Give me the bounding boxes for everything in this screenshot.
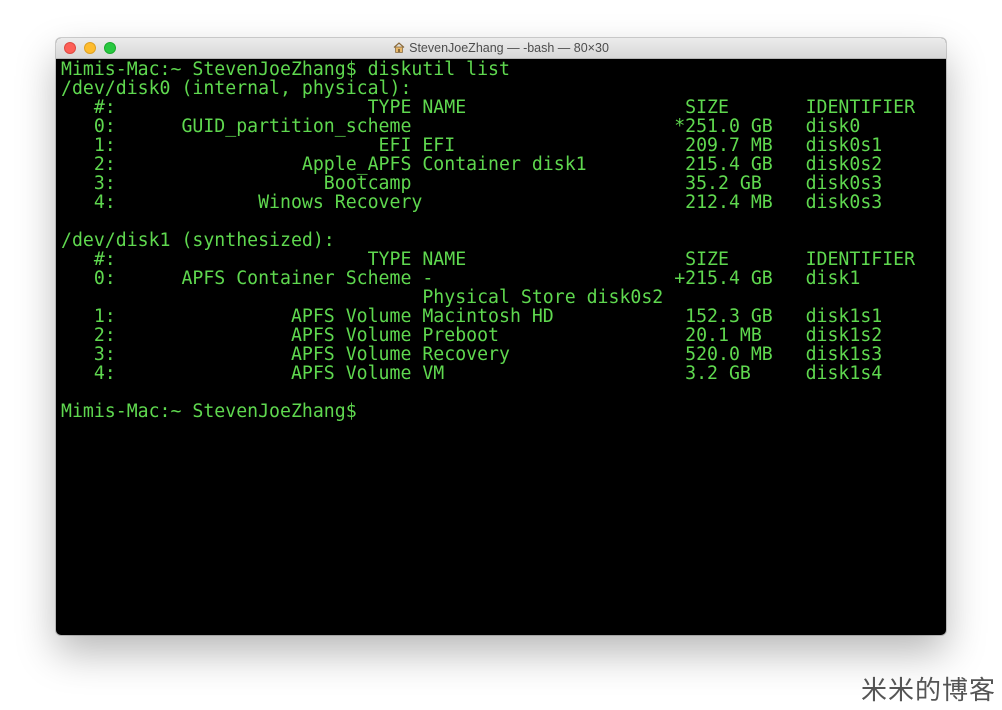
watermark-text: 米米的博客: [860, 676, 996, 706]
terminal-window: StevenJoeZhang — -bash — 80×30 Mimis-Mac…: [56, 38, 946, 635]
terminal-line: 2: Apple_APFS Container disk1 215.4 GB d…: [61, 154, 883, 175]
terminal-line: #: TYPE NAME SIZE IDENTIFIER: [61, 97, 916, 118]
terminal-line: 0: GUID_partition_scheme *251.0 GB disk0: [61, 116, 861, 137]
terminal-line: /dev/disk0 (internal, physical):: [61, 78, 412, 99]
terminal-line: 3: Bootcamp 35.2 GB disk0s3: [61, 173, 883, 194]
terminal-output[interactable]: Mimis-Mac:~ StevenJoeZhang$ diskutil lis…: [61, 60, 946, 635]
window-title: StevenJoeZhang — -bash — 80×30: [56, 38, 946, 59]
terminal-line: 1: APFS Volume Macintosh HD 152.3 GB dis…: [61, 306, 883, 327]
window-title-text: StevenJoeZhang — -bash — 80×30: [409, 41, 609, 55]
title-bar[interactable]: StevenJoeZhang — -bash — 80×30: [56, 38, 946, 59]
terminal-line: Mimis-Mac:~ StevenJoeZhang$: [61, 401, 357, 422]
terminal-line: Mimis-Mac:~ StevenJoeZhang$ diskutil lis…: [61, 59, 510, 80]
home-folder-icon: [393, 42, 405, 53]
terminal-line: 2: APFS Volume Preboot 20.1 MB disk1s2: [61, 325, 883, 346]
terminal-line: 1: EFI EFI 209.7 MB disk0s1: [61, 135, 883, 156]
terminal-line: 4: Winows Recovery 212.4 MB disk0s3: [61, 192, 883, 213]
terminal-line: 3: APFS Volume Recovery 520.0 MB disk1s3: [61, 344, 883, 365]
terminal-line: Physical Store disk0s2: [61, 287, 664, 308]
terminal-line: 4: APFS Volume VM 3.2 GB disk1s4: [61, 363, 883, 384]
terminal-line: #: TYPE NAME SIZE IDENTIFIER: [61, 249, 916, 270]
terminal-line: /dev/disk1 (synthesized):: [61, 230, 335, 251]
terminal-line: 0: APFS Container Scheme - +215.4 GB dis…: [61, 268, 861, 289]
